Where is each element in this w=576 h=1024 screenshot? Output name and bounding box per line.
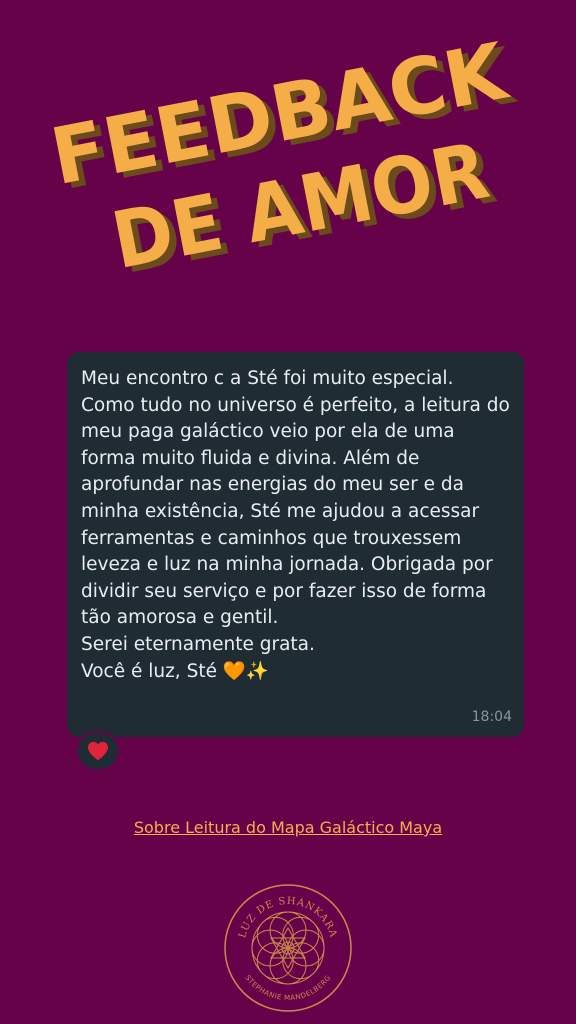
heart-icon — [88, 741, 108, 761]
logo-bottom-text: STEPHANIE MANDELBERG — [243, 974, 332, 1002]
reaction-badge[interactable] — [76, 731, 120, 771]
message-bubble[interactable]: Meu encontro c a Sté foi muito especial.… — [67, 352, 524, 737]
logo-top-text: LUZ DE SHANKARA — [237, 896, 339, 940]
about-reading-link[interactable]: Sobre Leitura do Mapa Galáctico Maya — [0, 818, 576, 837]
message-text: Meu encontro c a Sté foi muito especial.… — [81, 368, 510, 682]
message-timestamp: 18:04 — [471, 709, 512, 726]
headline: FEEDBACK FEEDBACK DE AMOR DE AMOR — [0, 18, 576, 288]
logo: LUZ DE SHANKARA STEPHANIE MANDELBERG — [222, 882, 354, 1014]
